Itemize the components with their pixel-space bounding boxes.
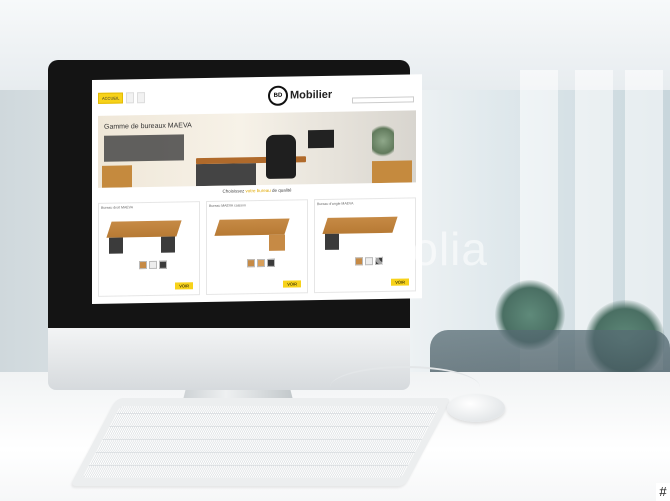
swatch-wood[interactable]: [247, 259, 255, 268]
swatch-wood[interactable]: [355, 257, 363, 266]
site-nav: ACCUEIL: [98, 92, 146, 104]
office-scene: ACCUEIL BD Mobilier Gamme de bureaux MAE…: [0, 0, 670, 501]
site-logo[interactable]: BD Mobilier: [268, 85, 332, 106]
swatch-dark[interactable]: [267, 258, 275, 267]
keyboard-keys: [82, 406, 440, 478]
banner-desk-pedestal: [196, 163, 256, 187]
product-cta-button[interactable]: VOIR: [283, 280, 301, 288]
computer-monitor: ACCUEIL BD Mobilier Gamme de bureaux MAE…: [48, 60, 422, 390]
keyboard: [70, 398, 452, 486]
banner-text-box: [104, 134, 184, 162]
swatch-white[interactable]: [149, 260, 157, 270]
tagline-pre: Choisissez: [222, 188, 246, 194]
stock-watermark: otolia: [372, 223, 488, 275]
search-input[interactable]: [352, 96, 414, 104]
product-cta-button[interactable]: VOIR: [391, 278, 409, 286]
desk-leg: [109, 237, 123, 254]
color-swatches: [247, 258, 275, 268]
product-card[interactable]: Bureau droit MAEVA VOIR: [98, 201, 200, 297]
mouse: [447, 394, 505, 422]
nav-item[interactable]: [126, 92, 135, 104]
product-title: Bureau droit MAEVA: [101, 205, 134, 210]
color-swatches: [139, 260, 167, 270]
product-card[interactable]: Bureau MAEVA caisson VOIR: [206, 199, 308, 296]
product-desk-image: [106, 220, 182, 238]
banner-shelf: [102, 165, 132, 188]
banner-plant: [372, 122, 394, 160]
swatch-beech[interactable]: [257, 258, 265, 268]
banner-office-chair: [266, 134, 296, 179]
nav-home[interactable]: ACCUEIL: [98, 92, 124, 104]
hero-banner: Gamme de bureaux MAEVA: [98, 110, 416, 188]
swatch-wood[interactable]: [139, 261, 147, 270]
banner-monitor: [308, 129, 334, 149]
logo-name: Mobilier: [290, 88, 333, 102]
banner-cabinet: [372, 160, 412, 184]
product-title: Bureau d'angle MAEVA: [317, 201, 354, 207]
swatch-dark[interactable]: [159, 260, 167, 269]
banner-title: Gamme de bureaux MAEVA: [104, 122, 192, 131]
desk-leg: [325, 233, 339, 250]
logo-badge: BD: [268, 85, 288, 106]
product-title: Bureau MAEVA caisson: [209, 203, 246, 208]
desk-leg: [161, 236, 175, 253]
nav-item[interactable]: [137, 92, 146, 104]
corner-mark: #: [656, 483, 670, 501]
product-desk-image: [214, 218, 290, 236]
tagline-highlight: votre bureau: [245, 187, 271, 194]
tagline-post: de qualité: [270, 187, 292, 193]
product-cta-button[interactable]: VOIR: [175, 282, 193, 290]
desk-caisson: [269, 234, 285, 251]
